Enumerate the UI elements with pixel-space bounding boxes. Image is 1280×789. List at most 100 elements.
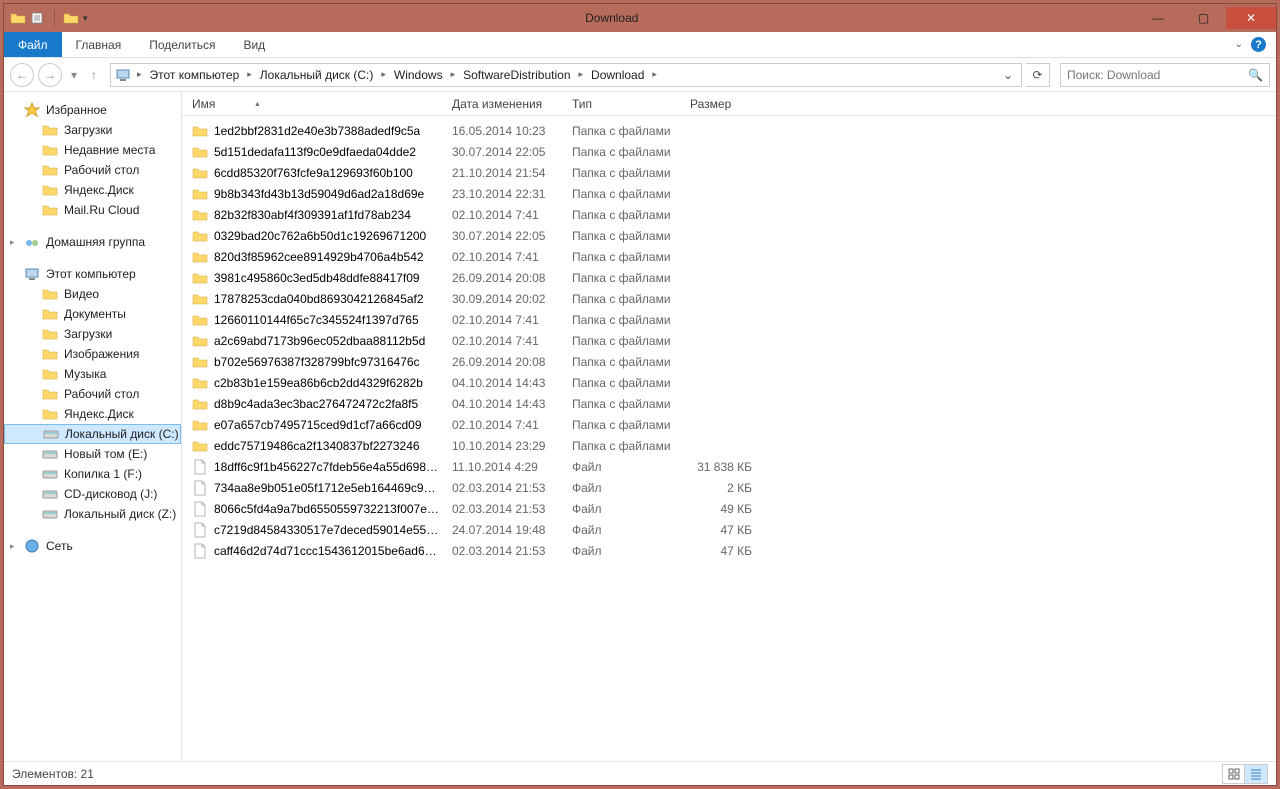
file-date: 26.09.2014 20:08	[442, 271, 562, 285]
properties-icon[interactable]	[30, 10, 46, 26]
ribbon: Файл Главная Поделиться Вид ⌄ ?	[4, 32, 1276, 58]
sidebar-item[interactable]: Яндекс.Диск	[4, 404, 181, 424]
crumb-c-drive[interactable]: Локальный диск (C:)	[258, 68, 376, 82]
file-date: 04.10.2014 14:43	[442, 376, 562, 390]
file-row[interactable]: 820d3f85962cee8914929b4706a4b54202.10.20…	[182, 246, 1276, 267]
sidebar-favorites-header[interactable]: Избранное	[4, 100, 181, 120]
chevron-right-icon[interactable]: ▸	[377, 69, 390, 80]
maximize-button[interactable]: ▢	[1181, 7, 1226, 29]
file-date: 11.10.2014 4:29	[442, 460, 562, 474]
file-row[interactable]: 82b32f830abf4f309391af1fd78ab23402.10.20…	[182, 204, 1276, 225]
tab-file[interactable]: Файл	[4, 32, 62, 57]
file-row[interactable]: 734aa8e9b051e05f1712e5eb164469c92041...0…	[182, 477, 1276, 498]
help-button[interactable]: ?	[1251, 37, 1266, 52]
sidebar-item[interactable]: Mail.Ru Cloud	[4, 200, 181, 220]
search-input[interactable]	[1067, 68, 1248, 82]
sidebar-network-header[interactable]: ▸ Сеть	[4, 536, 181, 556]
file-row[interactable]: 1ed2bbf2831d2e40e3b7388adedf9c5a16.05.20…	[182, 120, 1276, 141]
sidebar-item[interactable]: Загрузки	[4, 120, 181, 140]
file-name: caff46d2d74d71ccc1543612015be6ad648...	[214, 544, 442, 558]
search-box[interactable]: 🔍	[1060, 63, 1270, 87]
history-dropdown[interactable]: ▾	[66, 63, 82, 87]
sidebar-item[interactable]: Рабочий стол	[4, 160, 181, 180]
sidebar-item[interactable]: Яндекс.Диск	[4, 180, 181, 200]
sidebar-item[interactable]: Рабочий стол	[4, 384, 181, 404]
sidebar-item[interactable]: Новый том (E:)	[4, 444, 181, 464]
column-size[interactable]: Размер	[680, 97, 760, 111]
sidebar-item[interactable]: Загрузки	[4, 324, 181, 344]
chevron-right-icon[interactable]: ▸	[648, 69, 661, 80]
file-row[interactable]: 9b8b343fd43b13d59049d6ad2a18d69e23.10.20…	[182, 183, 1276, 204]
refresh-button[interactable]: ⟳	[1026, 63, 1050, 87]
file-row[interactable]: eddc75719486ca2f1340837bf227324610.10.20…	[182, 435, 1276, 456]
tab-view[interactable]: Вид	[229, 32, 279, 57]
column-name[interactable]: Имя▴	[182, 97, 442, 111]
file-row[interactable]: 3981c495860c3ed5db48ddfe88417f0926.09.20…	[182, 267, 1276, 288]
minimize-button[interactable]: —	[1136, 7, 1181, 29]
sidebar-item-label: CD-дисковод (J:)	[64, 487, 157, 501]
address-dropdown[interactable]: ⌄	[999, 68, 1017, 82]
sidebar-item[interactable]: CD-дисковод (J:)	[4, 484, 181, 504]
file-date: 02.10.2014 7:41	[442, 208, 562, 222]
column-date[interactable]: Дата изменения	[442, 97, 562, 111]
file-row[interactable]: c2b83b1e159ea86b6cb2dd4329f6282b04.10.20…	[182, 372, 1276, 393]
file-date: 30.07.2014 22:05	[442, 229, 562, 243]
file-row[interactable]: caff46d2d74d71ccc1543612015be6ad648...02…	[182, 540, 1276, 561]
crumb-download[interactable]: Download	[589, 68, 646, 82]
sidebar-item[interactable]: Копилка 1 (F:)	[4, 464, 181, 484]
file-date: 02.10.2014 7:41	[442, 250, 562, 264]
forward-button[interactable]: →	[38, 63, 62, 87]
file-row[interactable]: 18dff6c9f1b456227c7fdeb56e4a55d698a3...1…	[182, 456, 1276, 477]
tab-share[interactable]: Поделиться	[135, 32, 229, 57]
sidebar-item[interactable]: Локальный диск (C:)	[4, 424, 181, 444]
sidebar-computer-header[interactable]: Этот компьютер	[4, 264, 181, 284]
sidebar-homegroup-header[interactable]: ▸ Домашняя группа	[4, 232, 181, 252]
file-row[interactable]: c7219d84584330517e7deced59014e55a08...24…	[182, 519, 1276, 540]
sidebar-item[interactable]: Документы	[4, 304, 181, 324]
tab-home[interactable]: Главная	[62, 32, 136, 57]
view-details-button[interactable]	[1245, 765, 1267, 783]
file-row[interactable]: 12660110144f65c7c345524f1397d76502.10.20…	[182, 309, 1276, 330]
file-row[interactable]: 6cdd85320f763fcfe9a129693f60b10021.10.20…	[182, 162, 1276, 183]
sidebar-item[interactable]: Видео	[4, 284, 181, 304]
file-row[interactable]: 5d151dedafa113f9c0e9dfaeda04dde230.07.20…	[182, 141, 1276, 162]
file-row[interactable]: b702e56976387f328799bfc97316476c26.09.20…	[182, 351, 1276, 372]
file-row[interactable]: a2c69abd7173b96ec052dbaa88112b5d02.10.20…	[182, 330, 1276, 351]
up-button[interactable]: ↑	[86, 63, 102, 87]
sidebar-item[interactable]: Недавние места	[4, 140, 181, 160]
crumb-computer[interactable]: Этот компьютер	[148, 68, 242, 82]
file-row[interactable]: e07a657cb7495715ced9d1cf7a66cd0902.10.20…	[182, 414, 1276, 435]
column-type[interactable]: Тип	[562, 97, 680, 111]
address-bar[interactable]: ▸ Этот компьютер ▸ Локальный диск (C:) ▸…	[110, 63, 1022, 87]
file-name: 8066c5fd4a9a7bd6550559732213f007ea38...	[214, 502, 442, 516]
sidebar-computer-label: Этот компьютер	[46, 267, 136, 281]
file-row[interactable]: 0329bad20c762a6b50d1c1926967120030.07.20…	[182, 225, 1276, 246]
file-row[interactable]: 8066c5fd4a9a7bd6550559732213f007ea38...0…	[182, 498, 1276, 519]
file-row[interactable]: d8b9c4ada3ec3bac276472472c2fa8f504.10.20…	[182, 393, 1276, 414]
window-controls: — ▢ ✕	[1136, 7, 1276, 29]
close-button[interactable]: ✕	[1226, 7, 1276, 29]
file-type: Папка с файлами	[562, 418, 680, 432]
chevron-right-icon: ▸	[10, 541, 15, 552]
view-thumbnails-button[interactable]	[1223, 765, 1245, 783]
chevron-right-icon[interactable]: ▸	[133, 69, 146, 80]
sidebar-item-label: Недавние места	[64, 143, 155, 157]
file-type: Папка с файлами	[562, 439, 680, 453]
expand-ribbon-button[interactable]: ⌄	[1235, 39, 1243, 50]
file-type: Папка с файлами	[562, 292, 680, 306]
chevron-right-icon[interactable]: ▸	[243, 69, 256, 80]
explorer-window: ▾ Download — ▢ ✕ Файл Главная Поделиться…	[3, 3, 1277, 786]
sidebar-item[interactable]: Музыка	[4, 364, 181, 384]
chevron-right-icon[interactable]: ▸	[447, 69, 460, 80]
file-row[interactable]: 17878253cda040bd8693042126845af230.09.20…	[182, 288, 1276, 309]
file-name: 1ed2bbf2831d2e40e3b7388adedf9c5a	[214, 124, 420, 138]
sidebar-item[interactable]: Изображения	[4, 344, 181, 364]
back-button[interactable]: ←	[10, 63, 34, 87]
crumb-softwaredistribution[interactable]: SoftwareDistribution	[461, 68, 572, 82]
sidebar-item[interactable]: Локальный диск (Z:)	[4, 504, 181, 524]
view-toggle	[1222, 764, 1268, 784]
file-date: 21.10.2014 21:54	[442, 166, 562, 180]
crumb-windows[interactable]: Windows	[392, 68, 445, 82]
folder-open-icon[interactable]	[63, 10, 79, 26]
chevron-right-icon[interactable]: ▸	[575, 69, 588, 80]
